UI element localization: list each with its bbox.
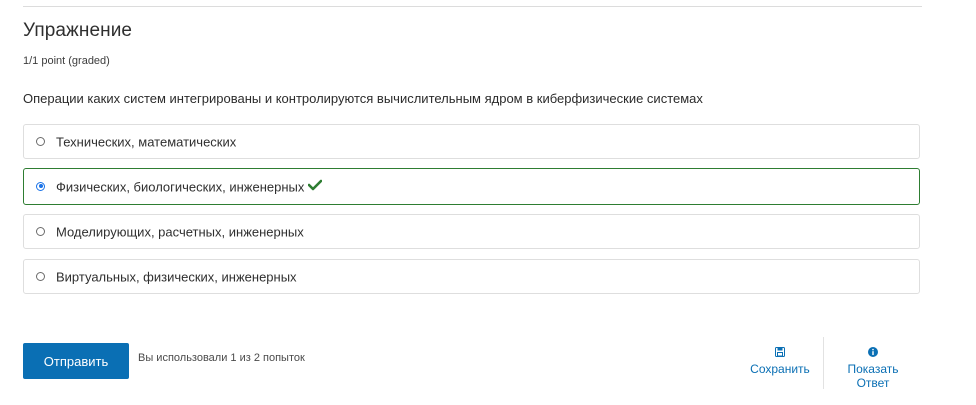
save-label: Сохранить — [750, 362, 810, 376]
answer-option-label: Моделирующих, расчетных, инженерных — [56, 224, 304, 239]
answer-option-correct[interactable]: Физических, биологических, инженерных — [23, 168, 920, 205]
answer-option[interactable]: Моделирующих, расчетных, инженерных — [23, 214, 920, 249]
radio-button[interactable] — [36, 226, 45, 236]
radio-button[interactable] — [36, 136, 45, 146]
check-icon — [308, 179, 323, 194]
info-icon — [838, 346, 908, 360]
submit-button[interactable]: Отправить — [23, 343, 129, 379]
question-text: Операции каких систем интегрированы и ко… — [23, 91, 703, 106]
save-button[interactable]: Сохранить — [747, 346, 813, 376]
problem-container: Упражнение 1/1 point (graded) Операции к… — [0, 0, 976, 405]
show-answer-button[interactable]: Показать Ответ — [838, 346, 908, 390]
top-divider — [23, 6, 922, 7]
answer-option-label-wrap: Физических, биологических, инженерных — [56, 179, 323, 194]
action-divider — [823, 337, 824, 389]
radio-button-selected[interactable] — [36, 181, 45, 191]
radio-button[interactable] — [36, 271, 45, 281]
answer-option-label: Виртуальных, физических, инженерных — [56, 269, 297, 284]
attempts-text: Вы использовали 1 из 2 попыток — [138, 352, 305, 364]
exercise-title: Упражнение — [23, 20, 133, 41]
answer-option[interactable]: Виртуальных, физических, инженерных — [23, 259, 920, 294]
save-icon — [747, 346, 813, 360]
show-answer-label-line2: Ответ — [856, 376, 890, 390]
answer-option-label: Физических, биологических, инженерных — [56, 179, 305, 194]
answer-option-label: Технических, математических — [56, 134, 237, 149]
points-label: 1/1 point (graded) — [23, 55, 110, 67]
show-answer-label-line1: Показать — [847, 362, 899, 376]
answer-option[interactable]: Технических, математических — [23, 124, 920, 159]
